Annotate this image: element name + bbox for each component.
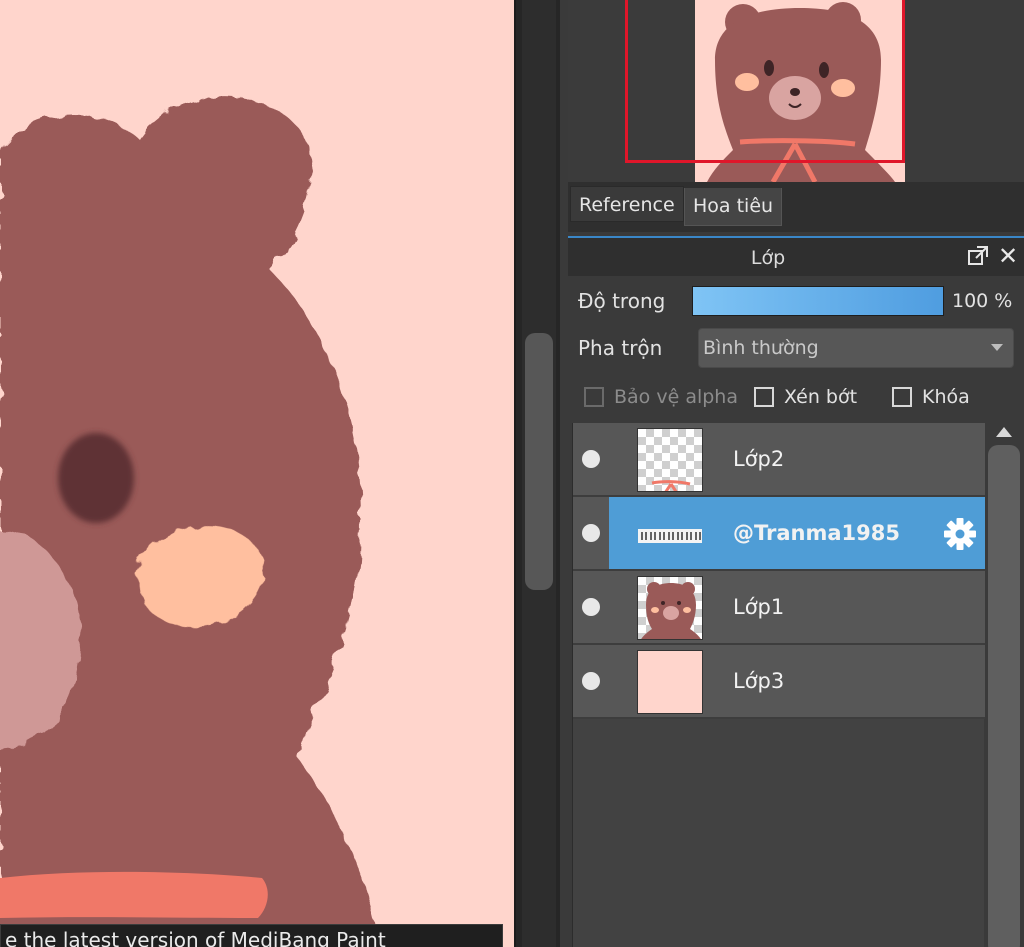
eye-icon[interactable]: [582, 672, 600, 690]
scroll-up-arrow-icon[interactable]: [996, 427, 1012, 437]
layer-name: Lớp1: [733, 595, 785, 619]
clipping-label: Xén bớt: [784, 386, 858, 408]
blend-mode-select[interactable]: Bình thường: [698, 328, 1014, 368]
drawing-canvas[interactable]: e the latest version of MediBang Paint: [0, 0, 514, 947]
checkbox-box[interactable]: [754, 387, 774, 407]
layer-thumbnail: [637, 428, 703, 492]
lock-label: Khóa: [922, 386, 970, 408]
popout-icon[interactable]: [966, 244, 990, 268]
blend-mode-value: Bình thường: [703, 337, 819, 359]
protect-alpha-label: Bảo vệ alpha: [614, 386, 738, 408]
layer-name: Lớp2: [733, 447, 785, 471]
tab-navigator[interactable]: Hoa tiêu: [684, 188, 783, 226]
layer-panel-title: Lớp: [750, 247, 786, 269]
navigator-viewport-frame[interactable]: [625, 0, 905, 163]
layer-row[interactable]: @Tranma1985: [573, 497, 985, 571]
opacity-slider[interactable]: [692, 286, 944, 316]
eye-icon[interactable]: [582, 450, 600, 468]
opacity-value: 100 %: [952, 290, 1013, 312]
canvas-artwork: [0, 97, 380, 947]
checkbox-box[interactable]: [892, 387, 912, 407]
gear-icon[interactable]: [943, 517, 977, 551]
navigator-tabbar: Reference Hoa tiêu: [568, 182, 1024, 232]
canvas-scrollbar[interactable]: [514, 0, 560, 947]
layer-name: Lớp3: [733, 669, 785, 693]
opacity-label: Độ trong: [578, 289, 666, 313]
navigator-preview[interactable]: [568, 0, 1024, 182]
layer-thumbnail: [637, 576, 703, 640]
close-icon[interactable]: ✕: [996, 242, 1020, 270]
layer-name: @Tranma1985: [733, 521, 900, 545]
blend-mode-label: Pha trộn: [578, 336, 663, 360]
tab-reference[interactable]: Reference: [570, 186, 684, 222]
update-notification[interactable]: e the latest version of MediBang Paint: [0, 924, 503, 947]
layer-thumbnail: [637, 650, 703, 714]
layer-thumbnail: [637, 502, 703, 566]
layer-panel-header: Lớp ✕: [568, 236, 1024, 276]
canvas-scrollbar-thumb[interactable]: [525, 333, 553, 590]
eye-icon[interactable]: [582, 598, 600, 616]
layer-list-scrollbar-thumb[interactable]: [988, 445, 1020, 947]
layer-list: Lớp2 @Tranma1985 Lớp1 Lớp3: [572, 423, 985, 947]
checkbox-box: [584, 387, 604, 407]
chevron-down-icon: [991, 344, 1003, 351]
ribbon-stroke: [0, 871, 268, 918]
layer-row[interactable]: Lớp1: [573, 571, 985, 645]
layer-list-scrollbar[interactable]: [986, 423, 1024, 947]
bear-eye: [58, 433, 134, 523]
layer-row[interactable]: Lớp3: [573, 645, 985, 719]
side-panel: Reference Hoa tiêu Lớp ✕ Độ trong 100 % …: [560, 0, 1024, 947]
layer-row[interactable]: Lớp2: [573, 423, 985, 497]
bear-body: [0, 97, 380, 947]
eye-icon[interactable]: [582, 524, 600, 542]
